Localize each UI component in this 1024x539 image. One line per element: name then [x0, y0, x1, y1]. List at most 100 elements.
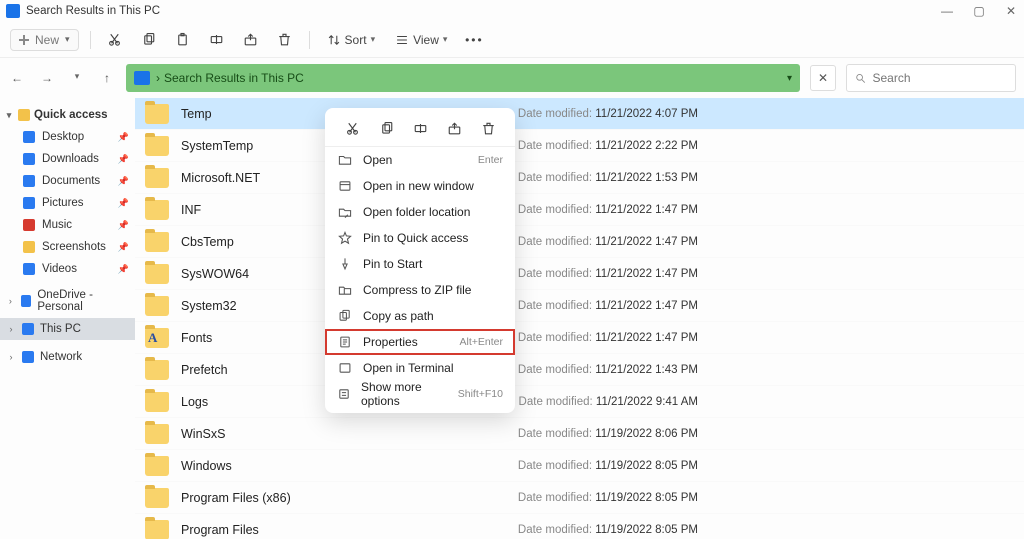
up-button[interactable]: ↑: [98, 71, 116, 85]
ctx-item-label: Open: [363, 153, 392, 167]
ctx-item-pin-to-start[interactable]: Pin to Start: [325, 251, 515, 277]
address-bar[interactable]: › Search Results in This PC ▾: [126, 64, 800, 92]
pin-icon: 📌: [118, 154, 129, 165]
folder-icon: [145, 136, 169, 156]
share-button[interactable]: [238, 27, 264, 53]
result-row[interactable]: WinSxS Date modified: 11/19/2022 8:06 PM: [135, 418, 1024, 450]
ctx-delete-button[interactable]: [478, 118, 498, 138]
zip-icon: [337, 283, 353, 297]
result-row[interactable]: CbsTemp Date modified: 11/21/2022 1:47 P…: [135, 226, 1024, 258]
result-row[interactable]: SysWOW64 Date modified: 11/21/2022 1:47 …: [135, 258, 1024, 290]
copy-button[interactable]: [136, 27, 162, 53]
ctx-copy-button[interactable]: [376, 118, 396, 138]
ctx-item-properties[interactable]: Properties Alt+Enter: [325, 329, 515, 355]
folder-icon: [23, 263, 35, 275]
delete-button[interactable]: [272, 27, 298, 53]
sort-button[interactable]: Sort ▾: [321, 30, 382, 50]
result-row[interactable]: System32 Date modified: 11/21/2022 1:47 …: [135, 290, 1024, 322]
sidebar-item-downloads[interactable]: Downloads📌: [0, 148, 135, 170]
ctx-shortcut: Alt+Enter: [460, 336, 503, 348]
paste-button[interactable]: [170, 27, 196, 53]
result-date: Date modified: 11/21/2022 1:47 PM: [518, 300, 1018, 312]
new-label: New: [35, 33, 59, 47]
result-row[interactable]: Windows Date modified: 11/19/2022 8:05 P…: [135, 450, 1024, 482]
result-row[interactable]: Logs Date modified: 11/21/2022 9:41 AM: [135, 386, 1024, 418]
address-text: Search Results in This PC: [164, 71, 304, 85]
pin-icon: 📌: [118, 176, 129, 187]
sidebar-item-pictures[interactable]: Pictures📌: [0, 192, 135, 214]
cut-button[interactable]: [102, 27, 128, 53]
ctx-item-label: Copy as path: [363, 309, 434, 323]
ctx-item-label: Compress to ZIP file: [363, 283, 471, 297]
chevron-down-icon[interactable]: ▾: [787, 73, 792, 84]
sidebar-this-pc[interactable]: › This PC: [0, 318, 135, 340]
path-icon: [337, 309, 353, 323]
result-row[interactable]: Prefetch Date modified: 11/21/2022 1:43 …: [135, 354, 1024, 386]
ctx-item-show-more-options[interactable]: Show more options Shift+F10: [325, 381, 515, 407]
search-input[interactable]: [873, 71, 1008, 85]
sidebar-item-music[interactable]: Music📌: [0, 214, 135, 236]
ctx-cut-button[interactable]: [342, 118, 362, 138]
more-button[interactable]: •••: [461, 27, 487, 53]
sidebar-quick-access[interactable]: ▾ Quick access: [0, 104, 135, 126]
back-button[interactable]: ←: [8, 71, 26, 85]
ctx-item-open[interactable]: Open Enter: [325, 147, 515, 173]
results-list: Temp Date modified: 11/21/2022 4:07 PM S…: [135, 98, 1024, 539]
ctx-share-button[interactable]: [444, 118, 464, 138]
ctx-item-open-in-terminal[interactable]: Open in Terminal: [325, 355, 515, 381]
ctx-item-label: Open in Terminal: [363, 361, 454, 375]
ctx-item-copy-as-path[interactable]: Copy as path: [325, 303, 515, 329]
result-row[interactable]: Temp Date modified: 11/21/2022 4:07 PM: [135, 98, 1024, 130]
folder-icon: [23, 153, 35, 165]
sidebar-network[interactable]: › Network: [0, 346, 135, 368]
minimize-button[interactable]: —: [940, 4, 954, 18]
sidebar-item-desktop[interactable]: Desktop📌: [0, 126, 135, 148]
folder-icon: [23, 241, 35, 253]
result-date: Date modified: 11/21/2022 2:22 PM: [518, 140, 1018, 152]
sort-label: Sort: [345, 33, 367, 47]
rename-button[interactable]: [204, 27, 230, 53]
new-button[interactable]: New ▾: [10, 29, 79, 51]
forward-button[interactable]: →: [38, 71, 56, 85]
result-name: Program Files: [181, 523, 259, 537]
sidebar-item-videos[interactable]: Videos📌: [0, 258, 135, 280]
maximize-button[interactable]: ▢: [972, 4, 986, 18]
ctx-item-label: Pin to Quick access: [363, 231, 468, 245]
result-name: INF: [181, 203, 201, 217]
context-menu: Open Enter Open in new window Open folde…: [325, 108, 515, 413]
recent-locations-button[interactable]: ▾: [68, 71, 86, 85]
result-date: Date modified: 11/19/2022 8:05 PM: [518, 460, 1018, 472]
ctx-item-open-folder-location[interactable]: Open folder location: [325, 199, 515, 225]
view-label: View: [413, 33, 439, 47]
result-date: Date modified: 11/19/2022 8:05 PM: [518, 492, 1018, 504]
cloud-icon: [21, 295, 32, 307]
view-button[interactable]: View ▾: [389, 30, 453, 50]
result-row[interactable]: INF Date modified: 11/21/2022 1:47 PM: [135, 194, 1024, 226]
pin-icon: 📌: [118, 242, 129, 253]
sidebar-item-screenshots[interactable]: Screenshots📌: [0, 236, 135, 258]
result-row[interactable]: Program Files (x86) Date modified: 11/19…: [135, 482, 1024, 514]
folder-icon: [23, 175, 35, 187]
folder-icon: [145, 488, 169, 508]
ctx-item-pin-to-quick-access[interactable]: Pin to Quick access: [325, 225, 515, 251]
folder-icon: [145, 520, 169, 539]
folder-icon: [145, 392, 169, 412]
result-row[interactable]: Microsoft.NET Date modified: 11/21/2022 …: [135, 162, 1024, 194]
chevron-down-icon: ▾: [371, 34, 376, 45]
sidebar-onedrive[interactable]: › OneDrive - Personal: [0, 290, 135, 312]
window-icon: [337, 179, 353, 193]
result-row[interactable]: Program Files Date modified: 11/19/2022 …: [135, 514, 1024, 539]
ctx-item-compress-to-zip-file[interactable]: Compress to ZIP file: [325, 277, 515, 303]
search-box[interactable]: [846, 64, 1016, 92]
ctx-rename-button[interactable]: [410, 118, 430, 138]
result-date: Date modified: 11/19/2022 8:06 PM: [518, 428, 1018, 440]
result-date: Date modified: 11/21/2022 1:47 PM: [518, 332, 1018, 344]
sidebar-item-documents[interactable]: Documents📌: [0, 170, 135, 192]
folder-icon: [337, 153, 353, 167]
close-search-button[interactable]: ✕: [810, 65, 836, 91]
close-button[interactable]: ✕: [1004, 4, 1018, 18]
result-row[interactable]: Fonts Date modified: 11/21/2022 1:47 PM: [135, 322, 1024, 354]
result-date: Date modified: 11/19/2022 8:05 PM: [518, 524, 1018, 536]
result-row[interactable]: SystemTemp Date modified: 11/21/2022 2:2…: [135, 130, 1024, 162]
ctx-item-open-in-new-window[interactable]: Open in new window: [325, 173, 515, 199]
